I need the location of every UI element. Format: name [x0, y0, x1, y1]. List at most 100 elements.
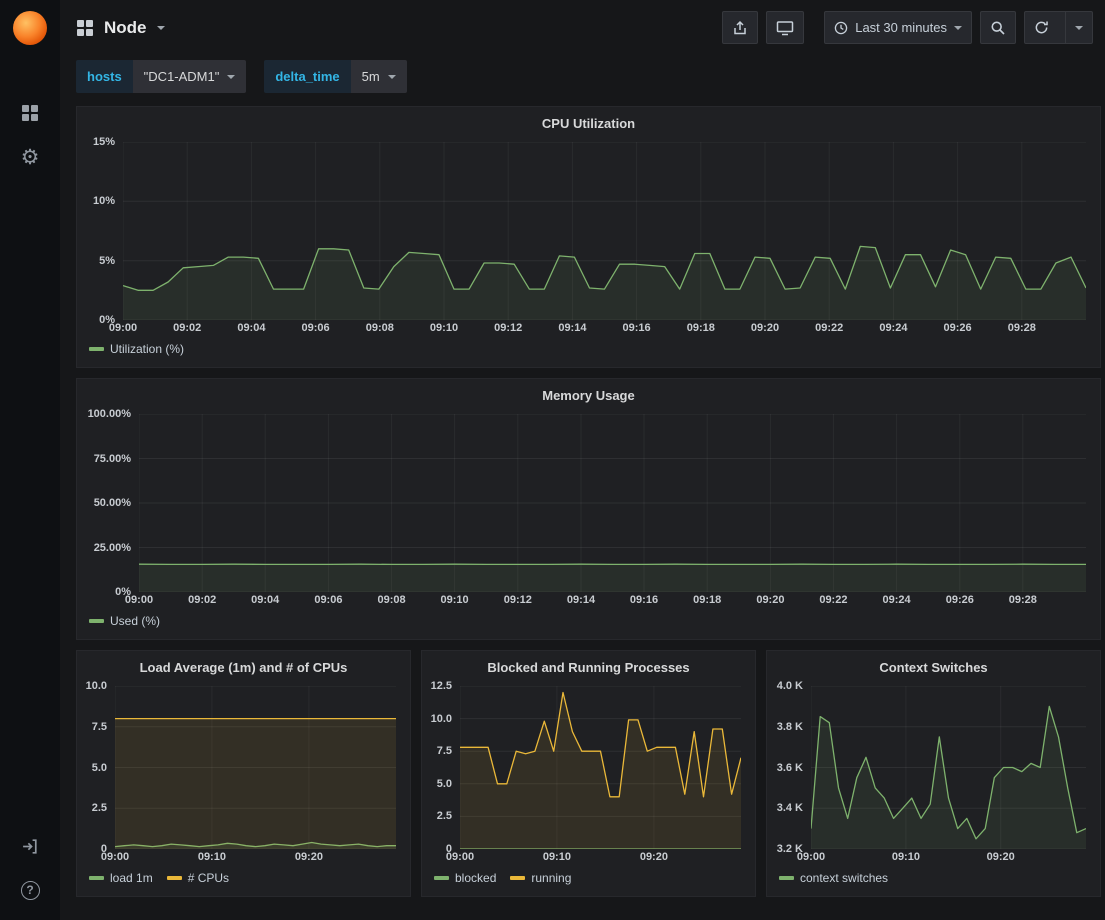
- dashboard-title-picker[interactable]: Node: [76, 18, 165, 38]
- chart-legend: Used (%): [77, 611, 1100, 639]
- y-axis-label: 100.00%: [77, 407, 131, 421]
- x-axis-label: 09:00: [101, 851, 129, 863]
- plot-canvas[interactable]: [115, 686, 396, 849]
- x-axis-label: 09:16: [630, 594, 658, 606]
- grafana-logo-icon[interactable]: [13, 11, 47, 45]
- chart-area: 3.2 K3.4 K3.6 K3.8 K4.0 K: [767, 680, 1100, 849]
- legend-item[interactable]: load 1m: [89, 871, 153, 885]
- variable-label: hosts: [76, 60, 133, 93]
- dashboard-grid: CPU Utilization 0%5%10%15% 09:0009:0209:…: [60, 106, 1105, 907]
- monitor-icon: [776, 20, 794, 36]
- x-axis: 09:0009:1009:20: [422, 849, 755, 868]
- chart-area: 02.55.07.510.0: [77, 680, 410, 849]
- legend-item[interactable]: # CPUs: [167, 871, 229, 885]
- x-axis-label: 09:10: [892, 851, 920, 863]
- cycle-view-button[interactable]: [766, 11, 804, 44]
- x-axis-label: 09:06: [302, 322, 330, 334]
- x-axis-label: 09:22: [819, 594, 847, 606]
- panel-memory-usage: Memory Usage 0%25.00%50.00%75.00%100.00%…: [76, 378, 1101, 640]
- chevron-down-icon: [388, 75, 396, 79]
- x-axis: 09:0009:0209:0409:0609:0809:1009:1209:14…: [77, 320, 1100, 339]
- time-range-picker[interactable]: Last 30 minutes: [824, 11, 972, 44]
- x-axis-label: 09:24: [879, 322, 907, 334]
- chevron-down-icon: [227, 75, 235, 79]
- sign-in-icon[interactable]: [0, 824, 60, 868]
- panel-cpu-utilization: CPU Utilization 0%5%10%15% 09:0009:0209:…: [76, 106, 1101, 368]
- plot-canvas[interactable]: [460, 686, 741, 849]
- help-icon[interactable]: ?: [0, 868, 60, 912]
- zoom-out-button[interactable]: [980, 11, 1016, 44]
- x-axis-label: 09:20: [640, 851, 668, 863]
- dashboard-grid-icon: [76, 19, 94, 37]
- y-axis-label: 5%: [77, 254, 115, 268]
- x-axis-label: 09:12: [504, 594, 532, 606]
- refresh-interval-dropdown[interactable]: [1065, 12, 1092, 43]
- y-axis-label: 25.00%: [77, 541, 131, 555]
- y-axis-label: 2.5: [422, 809, 452, 823]
- variable-hosts[interactable]: hosts "DC1-ADM1": [76, 60, 246, 93]
- y-axis-label: 50.00%: [77, 496, 131, 510]
- y-axis-label: 2.5: [77, 801, 107, 815]
- panel-title[interactable]: Memory Usage: [77, 379, 1100, 408]
- x-axis-label: 09:00: [125, 594, 153, 606]
- navbar-buttons: Last 30 minutes: [722, 11, 1093, 44]
- legend-item[interactable]: context switches: [779, 871, 888, 885]
- x-axis-label: 09:14: [567, 594, 595, 606]
- plot-canvas[interactable]: [123, 142, 1086, 320]
- x-axis-label: 09:14: [558, 322, 586, 334]
- variable-label: delta_time: [264, 60, 350, 93]
- x-axis-label: 09:02: [173, 322, 201, 334]
- x-axis-label: 09:00: [109, 322, 137, 334]
- legend-item[interactable]: blocked: [434, 871, 496, 885]
- legend-item[interactable]: Utilization (%): [89, 342, 184, 356]
- panel-title[interactable]: Blocked and Running Processes: [422, 651, 755, 680]
- share-button[interactable]: [722, 11, 758, 44]
- x-axis-label: 09:18: [693, 594, 721, 606]
- x-axis-label: 09:10: [198, 851, 226, 863]
- plot-canvas[interactable]: [139, 414, 1086, 592]
- sidebar: ⚙ ?: [0, 0, 60, 920]
- y-axis-label: 10.0: [422, 712, 452, 726]
- x-axis-label: 09:04: [237, 322, 265, 334]
- legend-item[interactable]: Used (%): [89, 614, 160, 628]
- page-title: Node: [104, 18, 147, 38]
- top-navbar: Node Last 30 minutes: [60, 0, 1105, 55]
- panel-title[interactable]: Load Average (1m) and # of CPUs: [77, 651, 410, 680]
- variable-value: "DC1-ADM1": [144, 69, 220, 84]
- legend-item[interactable]: running: [510, 871, 571, 885]
- y-axis-label: 7.5: [422, 744, 452, 758]
- chart-legend: load 1m # CPUs: [77, 868, 410, 896]
- x-axis-label: 09:06: [314, 594, 342, 606]
- dashboards-icon[interactable]: [0, 91, 60, 135]
- panel-title[interactable]: CPU Utilization: [77, 107, 1100, 136]
- x-axis-label: 09:02: [188, 594, 216, 606]
- panel-load-average: Load Average (1m) and # of CPUs 02.55.07…: [76, 650, 411, 897]
- variable-value: 5m: [362, 69, 380, 84]
- x-axis-label: 09:10: [441, 594, 469, 606]
- settings-gear-icon[interactable]: ⚙: [0, 135, 60, 179]
- chart-area: 0%25.00%50.00%75.00%100.00%: [77, 408, 1100, 592]
- variable-delta-time[interactable]: delta_time 5m: [264, 60, 406, 93]
- clock-icon: [834, 21, 848, 35]
- refresh-button[interactable]: [1025, 12, 1058, 43]
- y-axis-label: 3.4 K: [767, 801, 803, 815]
- plot-canvas[interactable]: [811, 686, 1086, 849]
- refresh-button-group: [1024, 11, 1093, 44]
- x-axis-label: 09:20: [295, 851, 323, 863]
- x-axis-label: 09:20: [756, 594, 784, 606]
- variable-value-dropdown[interactable]: 5m: [351, 60, 407, 93]
- chart-legend: context switches: [767, 868, 1100, 896]
- question-mark-icon: ?: [21, 881, 40, 900]
- x-axis-label: 09:00: [797, 851, 825, 863]
- x-axis-label: 09:28: [1008, 322, 1036, 334]
- magnifier-icon: [990, 20, 1006, 36]
- y-axis-label: 3.6 K: [767, 761, 803, 775]
- x-axis: 09:0009:1009:20: [767, 849, 1100, 868]
- variable-value-dropdown[interactable]: "DC1-ADM1": [133, 60, 247, 93]
- x-axis-label: 09:00: [446, 851, 474, 863]
- share-icon: [732, 20, 748, 36]
- y-axis-label: 12.5: [422, 679, 452, 693]
- chart-legend: blocked running: [422, 868, 755, 896]
- panel-title[interactable]: Context Switches: [767, 651, 1100, 680]
- time-range-label: Last 30 minutes: [855, 20, 947, 35]
